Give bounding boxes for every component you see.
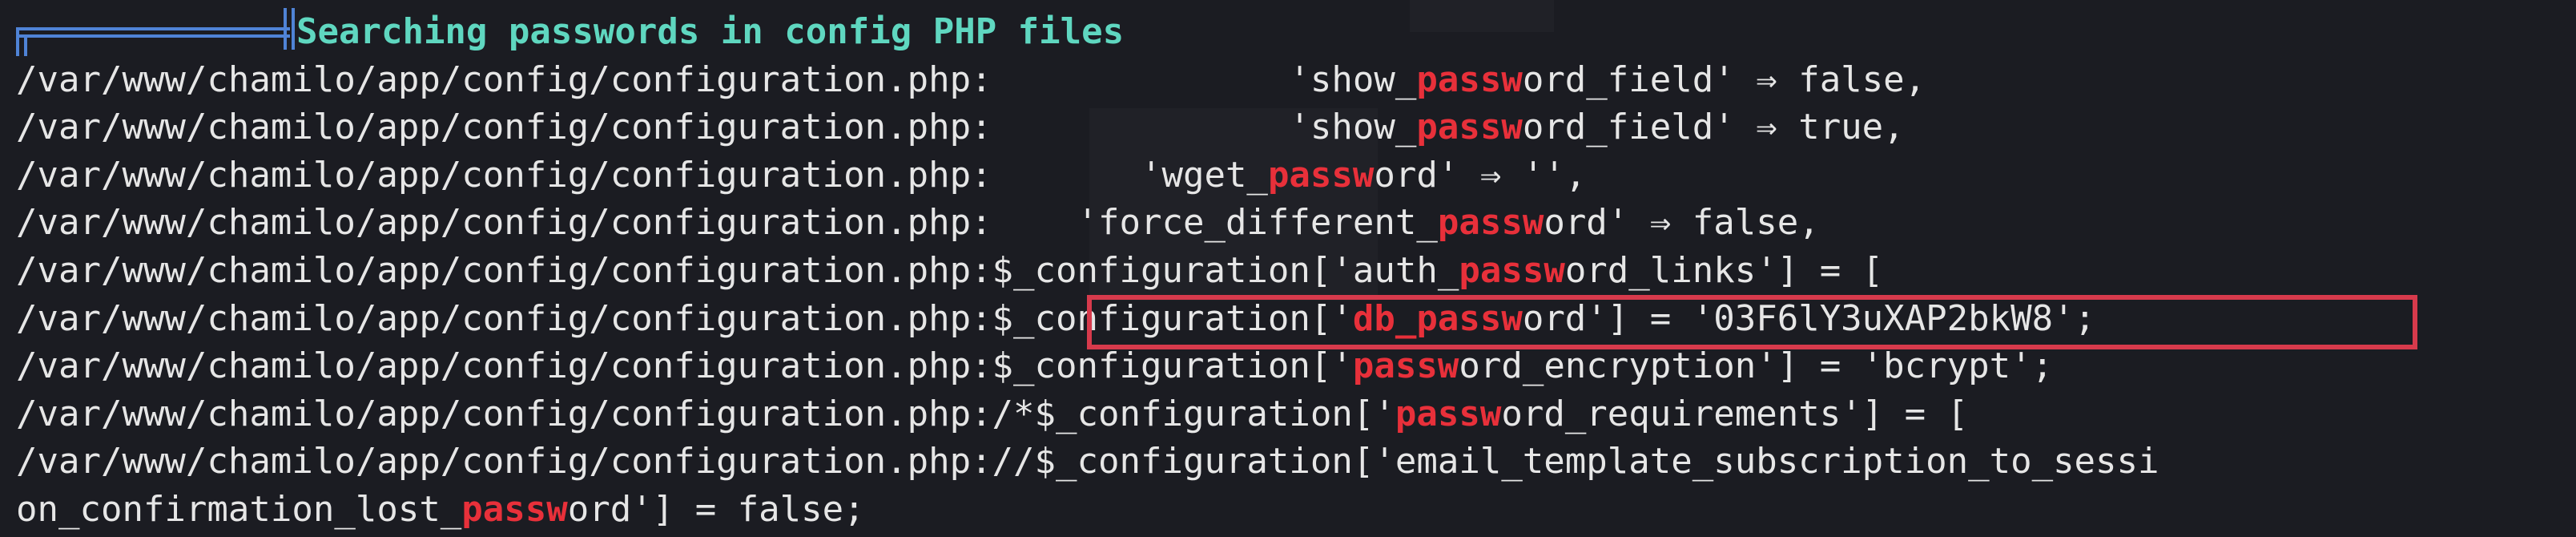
terminal-line: /var/www/chamilo/app/config/configuratio… xyxy=(16,59,1926,100)
section-header: Searching passwords in config PHP files xyxy=(16,8,2563,56)
terminal-line: /var/www/chamilo/app/config/configuratio… xyxy=(16,107,1905,148)
terminal-line: /var/www/chamilo/app/config/configuratio… xyxy=(16,249,1884,291)
section-header-text: Searching passwords in config PHP files xyxy=(296,11,1125,52)
terminal-line-db-password: /var/www/chamilo/app/config/configuratio… xyxy=(16,297,2096,339)
terminal-line: /var/www/chamilo/app/config/configuratio… xyxy=(16,202,1820,244)
terminal-line: /var/www/chamilo/app/config/configuratio… xyxy=(16,345,2054,387)
terminal-line: /var/www/chamilo/app/config/configuratio… xyxy=(16,393,1969,434)
terminal-line: on_confirmation_lost_password'] = false; xyxy=(16,488,865,530)
terminal-output: Searching passwords in config PHP files … xyxy=(16,8,2563,534)
section-bar-icon xyxy=(16,8,296,56)
terminal-line: /var/www/chamilo/app/config/configuratio… xyxy=(16,154,1587,196)
terminal-line: /var/www/chamilo/app/config/configuratio… xyxy=(16,441,2159,482)
